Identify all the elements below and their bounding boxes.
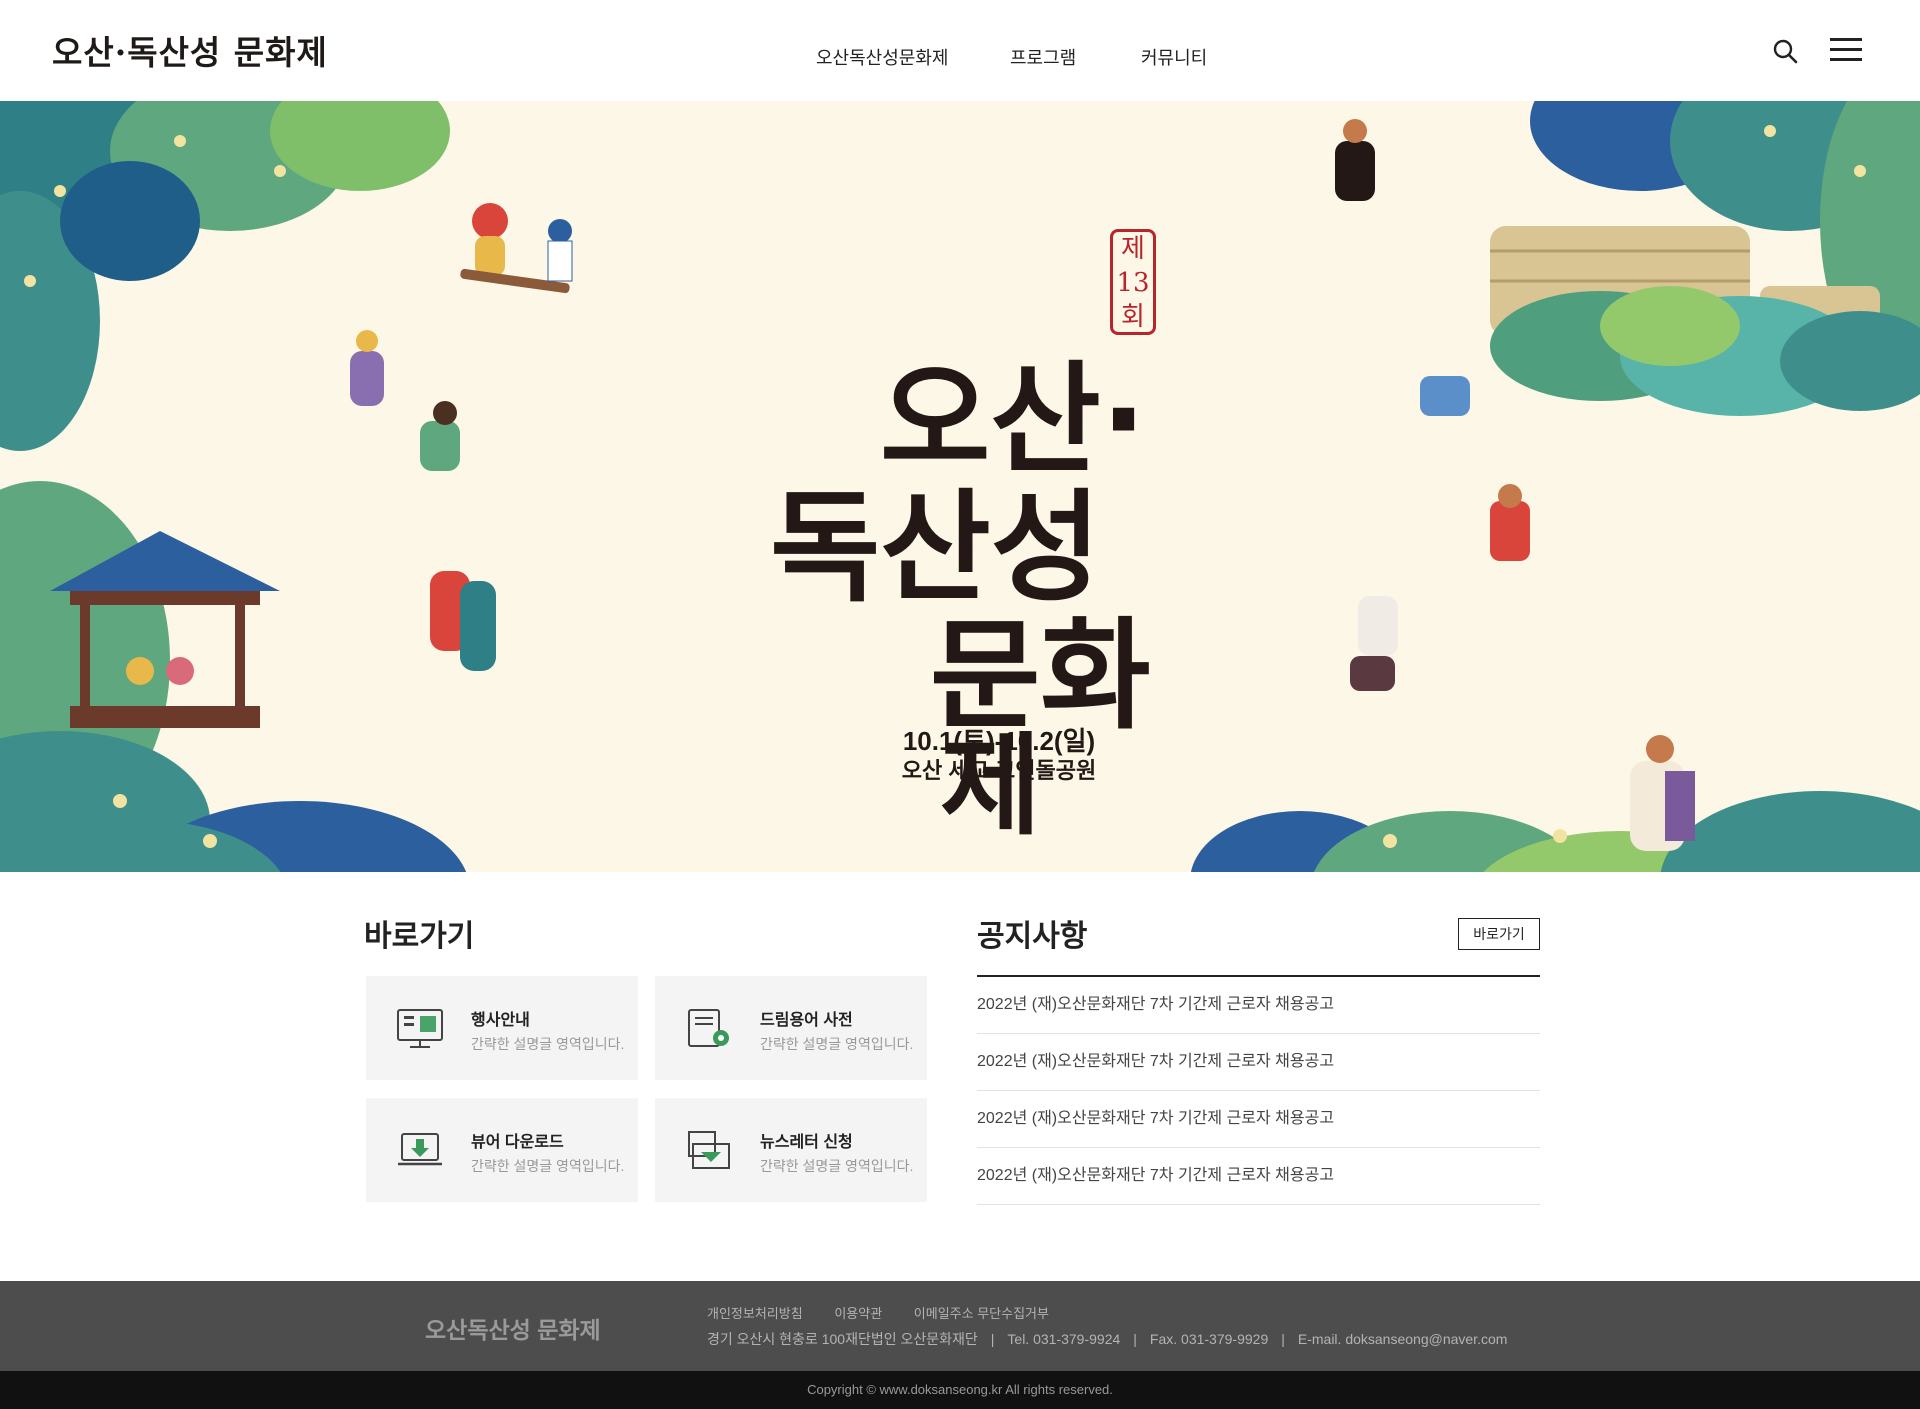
quick-card-desc: 간략한 설명글 영역입니다. (471, 1158, 625, 1174)
footer-tel: Tel. 031-379-9924 (1007, 1331, 1121, 1347)
edition-stamp: 제13회 (1110, 229, 1156, 335)
search-icon[interactable] (1772, 38, 1798, 64)
footer-link-privacy[interactable]: 개인정보처리방침 (707, 1306, 803, 1321)
quick-card-viewer-download[interactable]: 뷰어 다운로드 간략한 설명글 영역입니다. (366, 1098, 638, 1202)
quick-card-dictionary[interactable]: 드림용어 사전 간략한 설명글 영역입니다. (655, 976, 927, 1080)
footer-address: 경기 오산시 현충로 100재단법인 오산문화재단 (707, 1331, 978, 1347)
notice-more-button[interactable]: 바로가기 (1458, 918, 1540, 950)
quick-card-title: 드림용어 사전 (760, 1012, 853, 1029)
nav-item-community[interactable]: 커뮤니티 (1141, 44, 1207, 70)
nav-item-program[interactable]: 프로그램 (1010, 44, 1076, 70)
quick-card-newsletter[interactable]: 뉴스레터 신청 간략한 설명글 영역입니다. (655, 1098, 927, 1202)
notice-item[interactable]: 2022년 (재)오산문화재단 7차 기간제 근로자 채용공고 (977, 1091, 1540, 1148)
hamburger-menu-icon[interactable] (1830, 38, 1862, 62)
copyright: Copyright © www.doksanseong.kr All right… (0, 1371, 1920, 1409)
quick-card-desc: 간략한 설명글 영역입니다. (760, 1036, 914, 1052)
site-logo[interactable]: 오산·독산성 문화제 (52, 26, 328, 74)
quick-card-title: 뷰어 다운로드 (471, 1134, 564, 1151)
footer-link-terms[interactable]: 이용약관 (834, 1306, 882, 1321)
quick-links-title: 바로가기 (364, 920, 475, 953)
footer-link-email-policy[interactable]: 이메일주소 무단수집거부 (914, 1306, 1049, 1321)
header-utilities (1772, 36, 1862, 66)
quick-card-desc: 간략한 설명글 영역입니다. (760, 1158, 914, 1174)
hero-title-line-1: 오산· (880, 351, 1147, 490)
notice-item[interactable]: 2022년 (재)오산문화재단 7차 기간제 근로자 채용공고 (977, 1148, 1540, 1205)
hero-title-line-2: 독산성 (770, 479, 1102, 618)
site-footer: 오산독산성 문화제 개인정보처리방침 이용약관 이메일주소 무단수집거부 경기 … (0, 1281, 1920, 1371)
footer-logo: 오산독산성 문화제 (425, 1317, 601, 1343)
notice-item[interactable]: 2022년 (재)오산문화재단 7차 기간제 근로자 채용공고 (977, 977, 1540, 1034)
hero-banner: 오산· 독산성 문화 제 제13회 10.1(토)-10.2(일) 오산 세교 … (0, 101, 1920, 872)
newsletter-icon (688, 1131, 730, 1169)
hero-title-line-3: 문화 (930, 607, 1151, 746)
quick-card-event-info[interactable]: 행사안내 간략한 설명글 영역입니다. (366, 976, 638, 1080)
nav-item-festival[interactable]: 오산독산성문화제 (816, 44, 948, 70)
quick-card-title: 행사안내 (471, 1012, 530, 1029)
footer-fax: Fax. 031-379-9929 (1149, 1331, 1269, 1347)
footer-email: E-mail. doksanseong@naver.com (1297, 1331, 1508, 1347)
dictionary-icon (688, 1009, 729, 1047)
site-header: 오산·독산성 문화제 오산독산성문화제 프로그램 커뮤니티 (0, 0, 1920, 101)
notice-title: 공지사항 (977, 920, 1088, 953)
notice-item[interactable]: 2022년 (재)오산문화재단 7차 기간제 근로자 채용공고 (977, 1034, 1540, 1091)
footer-info: 경기 오산시 현충로 100재단법인 오산문화재단 | Tel. 031-379-9… (707, 1331, 1508, 1347)
download-icon (398, 1133, 442, 1166)
footer-links: 개인정보처리방침 이용약관 이메일주소 무단수집거부 (707, 1303, 1077, 1322)
quick-card-desc: 간략한 설명글 영역입니다. (471, 1036, 625, 1052)
quick-card-title: 뉴스레터 신청 (760, 1134, 853, 1151)
festival-place: 오산 세교 고인돌공원 (901, 758, 1097, 783)
monitor-icon (397, 1009, 443, 1048)
